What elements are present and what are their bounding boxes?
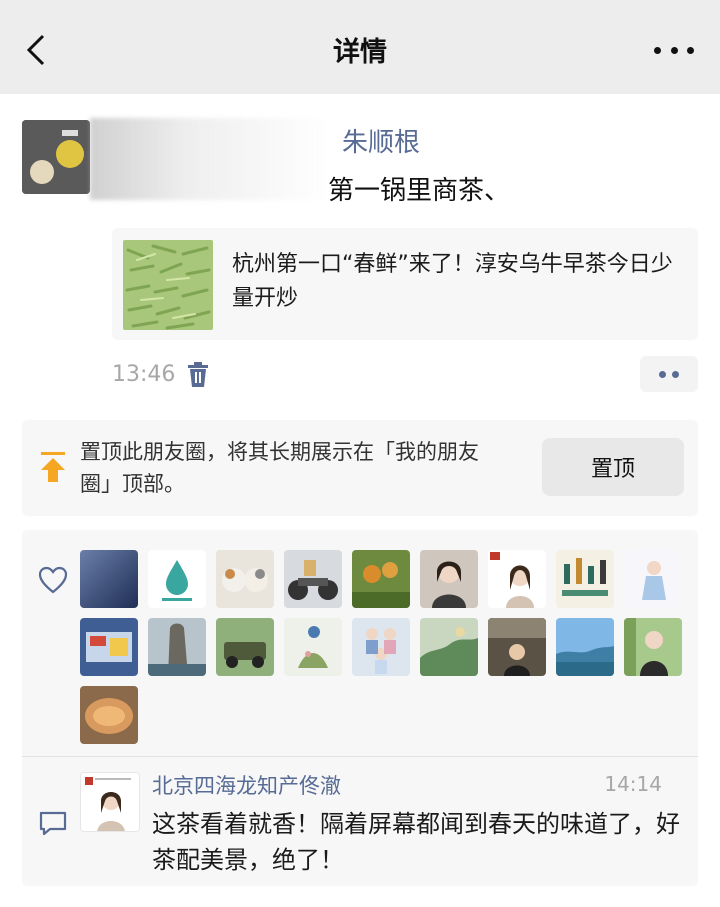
comment-text[interactable]: 这茶看着就香！隔着屏幕都闻到春天的味道了，好茶配美景，绝了！ <box>152 806 692 878</box>
like-avatar[interactable] <box>420 550 478 608</box>
like-avatar[interactable] <box>284 618 342 676</box>
comment-like-menu-button[interactable] <box>640 356 698 392</box>
like-avatar[interactable] <box>556 550 614 608</box>
like-avatar[interactable] <box>148 618 206 676</box>
like-avatar[interactable] <box>216 618 274 676</box>
post-time: 13:46 <box>112 362 176 387</box>
like-avatar[interactable] <box>216 550 274 608</box>
like-avatar[interactable] <box>624 550 682 608</box>
like-avatar[interactable] <box>488 618 546 676</box>
commenter-name[interactable]: 北京四海龙知产佟澈 <box>152 770 341 800</box>
like-avatar[interactable] <box>420 618 478 676</box>
likes-comments-panel: 北京四海龙知产佟澈 14:14 这茶看着就香！隔着屏幕都闻到春天的味道了，好茶配… <box>22 530 698 886</box>
divider <box>22 756 698 757</box>
nav-bar: 详情 <box>0 0 720 94</box>
comment-icon <box>39 811 67 836</box>
more-button[interactable] <box>654 38 694 62</box>
pin-banner: 置顶此朋友圈，将其长期展示在「我的朋友圈」顶部。 置顶 <box>22 420 698 516</box>
article-thumbnail <box>123 240 213 330</box>
blurred-area <box>90 118 330 200</box>
delete-button[interactable] <box>186 362 210 388</box>
trash-icon <box>188 362 208 387</box>
likes-avatar-grid <box>80 550 692 744</box>
page-title: 详情 <box>333 37 387 68</box>
like-avatar[interactable] <box>80 550 138 608</box>
like-avatar[interactable] <box>80 686 138 744</box>
like-avatar[interactable] <box>624 618 682 676</box>
comment-time: 14:14 <box>604 772 662 796</box>
pin-description: 置顶此朋友圈，将其长期展示在「我的朋友圈」顶部。 <box>80 440 479 496</box>
post-author-name[interactable]: 朱顺根 <box>342 122 420 159</box>
like-avatar[interactable] <box>148 550 206 608</box>
like-avatar[interactable] <box>352 618 410 676</box>
heart-icon <box>38 566 68 594</box>
like-avatar[interactable] <box>556 618 614 676</box>
more-dots-icon <box>654 46 694 54</box>
like-avatar[interactable] <box>284 550 342 608</box>
author-avatar[interactable] <box>22 120 90 194</box>
like-avatar[interactable] <box>488 550 546 608</box>
article-title: 杭州第一口“春鲜”来了！淳安乌牛早茶今日少量开炒 <box>232 252 673 311</box>
commenter-avatar[interactable] <box>80 772 140 832</box>
dot-icon <box>659 370 666 378</box>
pin-to-top-icon <box>41 452 65 482</box>
shared-article-card[interactable]: 杭州第一口“春鲜”来了！淳安乌牛早茶今日少量开炒 <box>112 228 698 340</box>
post-text: 第一锅里商茶、 <box>328 176 511 206</box>
like-avatar[interactable] <box>352 550 410 608</box>
pin-button[interactable]: 置顶 <box>542 438 684 496</box>
like-avatar[interactable] <box>80 618 138 676</box>
dot-icon <box>672 370 679 378</box>
